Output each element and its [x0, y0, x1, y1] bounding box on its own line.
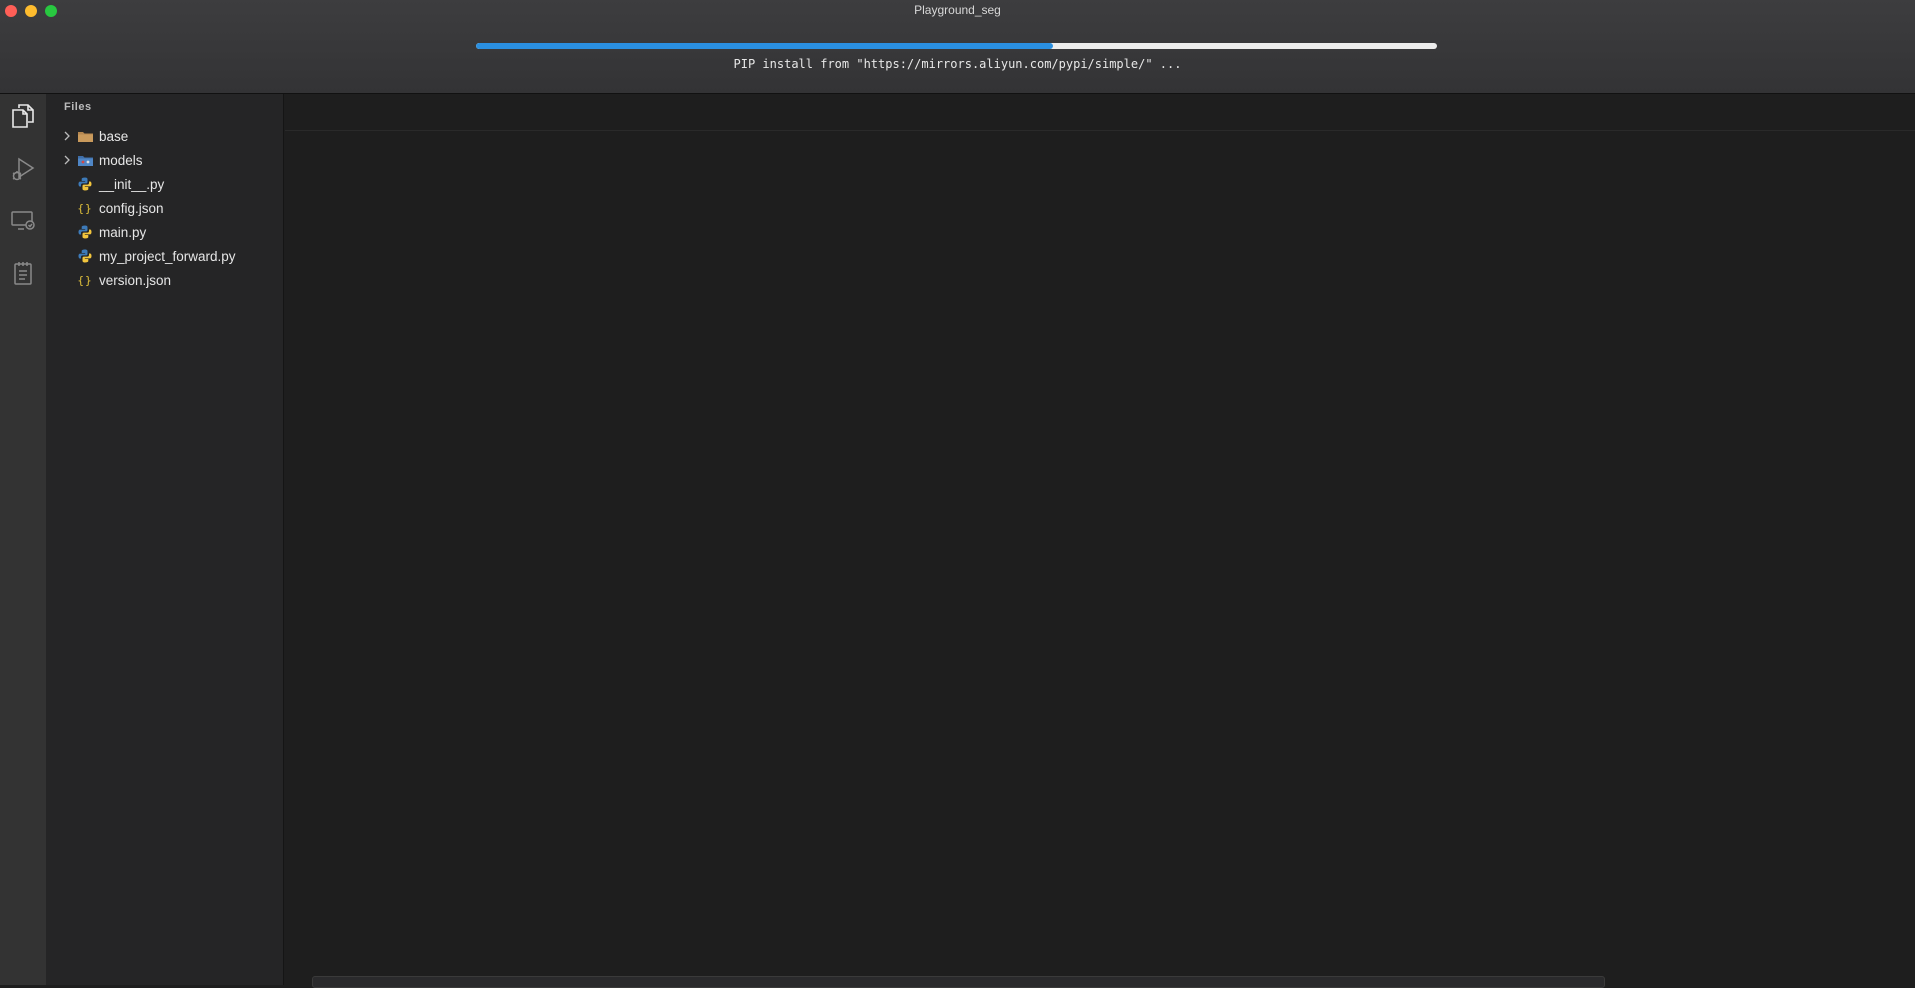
file-explorer: Files base models __init__.py {} config.…: [46, 94, 284, 985]
tree-item-label: __init__.py: [99, 176, 165, 192]
python-icon: [77, 225, 93, 239]
json-icon: {}: [77, 273, 93, 287]
files-icon[interactable]: [6, 99, 40, 133]
editor-area[interactable]: [285, 94, 1915, 988]
chevron-right-icon[interactable]: [62, 155, 72, 165]
folder-item-models[interactable]: models: [46, 148, 283, 172]
file-tree: base models __init__.py {} config.json m…: [46, 124, 283, 292]
editor-tab-strip: [285, 94, 1915, 131]
file-item-main-py[interactable]: main.py: [46, 220, 283, 244]
file-item-config-json[interactable]: {} config.json: [46, 196, 283, 220]
activity-bar: [0, 94, 46, 985]
python-icon: [77, 177, 93, 191]
chevron-right-icon[interactable]: [62, 131, 72, 141]
models-folder-icon: [77, 153, 93, 167]
file-item-init-py[interactable]: __init__.py: [46, 172, 283, 196]
bottom-panel-edge: [312, 976, 1605, 988]
folder-item-base[interactable]: base: [46, 124, 283, 148]
tree-item-label: config.json: [99, 200, 164, 216]
python-icon: [77, 249, 93, 263]
tree-item-label: models: [99, 152, 143, 168]
install-progress-fill: [476, 43, 1053, 49]
install-status-text: PIP install from "https://mirrors.aliyun…: [733, 57, 1182, 71]
window-title: Playground_seg: [914, 3, 1001, 17]
sidebar-title: Files: [64, 101, 92, 113]
file-item-my-project-forward-py[interactable]: my_project_forward.py: [46, 244, 283, 268]
tree-item-label: my_project_forward.py: [99, 248, 236, 264]
notes-icon[interactable]: [6, 256, 40, 290]
run-debug-icon[interactable]: [6, 152, 40, 186]
remote-icon[interactable]: [6, 204, 40, 238]
file-item-version-json[interactable]: {} version.json: [46, 268, 283, 292]
install-progress-bar: [476, 43, 1437, 49]
json-icon: {}: [77, 201, 93, 215]
title-bar: Playground_seg PIP install from "https:/…: [0, 0, 1915, 94]
folder-icon: [77, 129, 93, 143]
tree-item-label: base: [99, 128, 129, 144]
tree-item-label: main.py: [99, 224, 147, 240]
tree-item-label: version.json: [99, 272, 172, 288]
